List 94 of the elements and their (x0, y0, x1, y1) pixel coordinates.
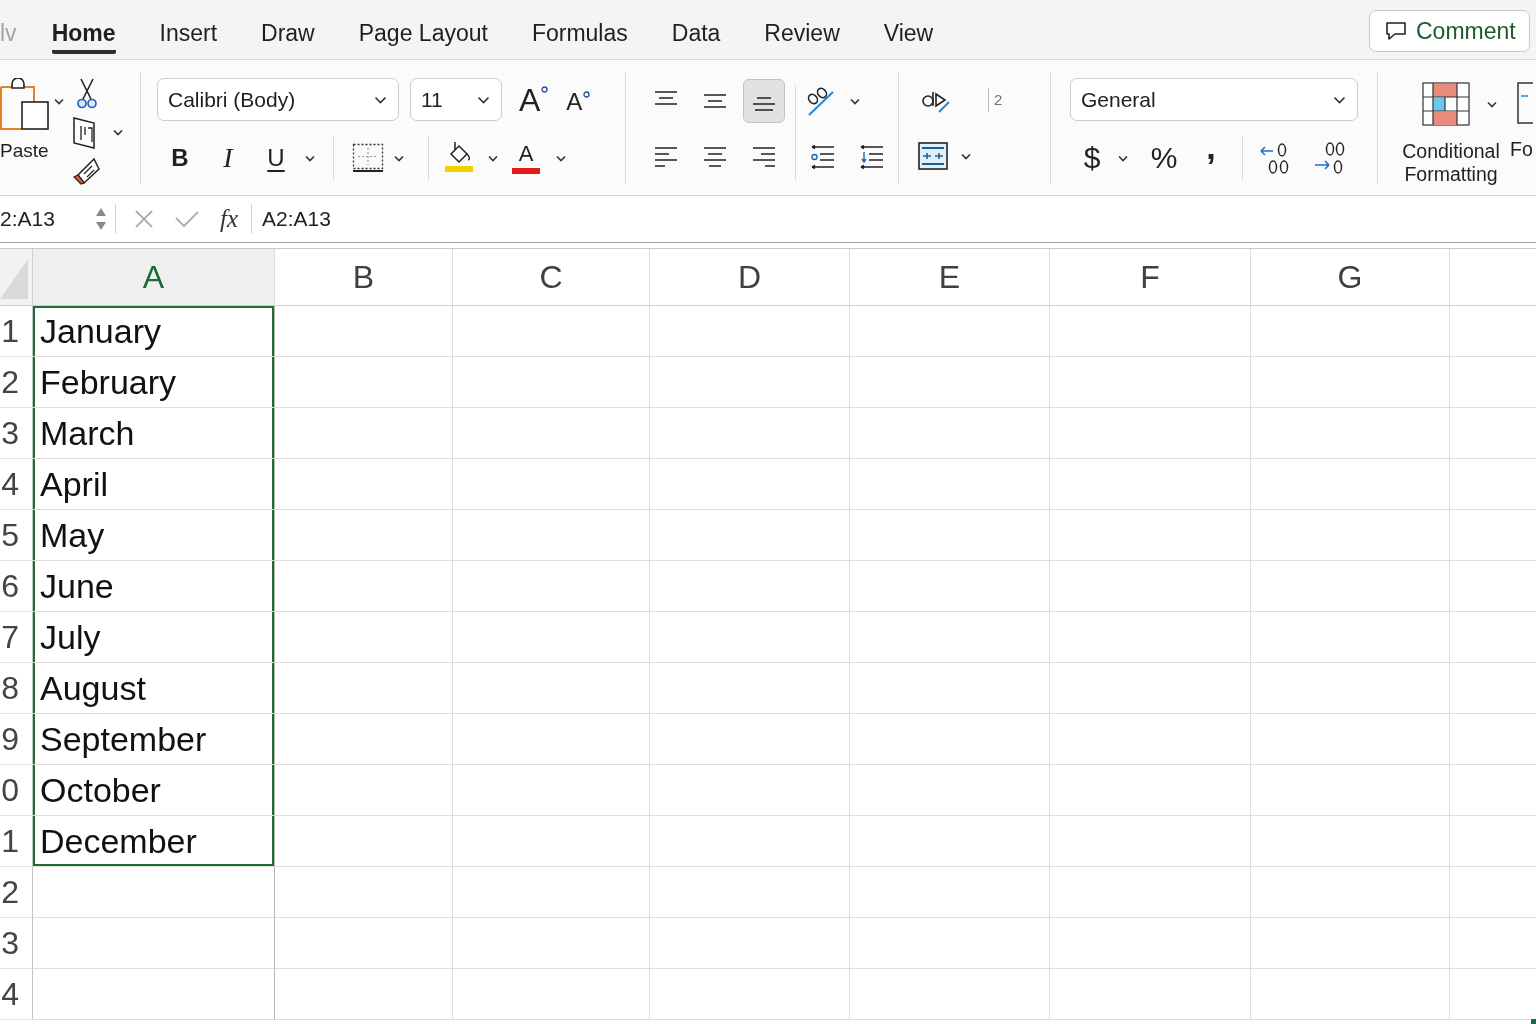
name-box[interactable]: 2:A13 (0, 206, 108, 232)
decrease-decimal-icon[interactable] (1259, 141, 1291, 175)
table-icon (1516, 82, 1534, 124)
row-header[interactable]: 4 (0, 969, 33, 1020)
bold-button[interactable]: B (163, 141, 197, 175)
caret-icon[interactable] (305, 154, 315, 162)
row-header[interactable]: 4 (0, 459, 33, 510)
increase-decimal-icon[interactable] (1313, 141, 1345, 175)
ribbon-tab[interactable]: Home (51, 0, 116, 54)
caret-icon[interactable] (54, 98, 64, 105)
column-header[interactable]: D (650, 249, 850, 306)
fill-color-icon[interactable] (444, 140, 474, 172)
row-header[interactable]: 6 (0, 561, 33, 612)
currency-button[interactable]: $ (1080, 140, 1104, 176)
sheet-cell: September (33, 714, 275, 765)
underline-button[interactable]: U (259, 141, 293, 175)
percent-button[interactable]: % (1146, 140, 1182, 176)
sheet-cell: June (33, 561, 275, 612)
check-icon[interactable] (174, 209, 200, 229)
align-center-icon (702, 145, 728, 169)
row-header[interactable]: 2 (0, 357, 33, 408)
grow-font-button[interactable]: A (519, 82, 549, 117)
column-header[interactable]: B (275, 249, 453, 306)
row-header[interactable]: 3 (0, 408, 33, 459)
row-header[interactable]: 7 (0, 612, 33, 663)
paste-button[interactable]: Paste (0, 78, 50, 162)
sheet-cell: August (33, 663, 275, 714)
align-button[interactable] (743, 79, 785, 123)
ribbon-button[interactable]: Fo (1510, 78, 1534, 161)
brush-icon[interactable] (72, 157, 100, 185)
merge-cells-icon[interactable] (918, 142, 948, 170)
row-header[interactable]: 1 (0, 306, 33, 357)
chevron-icon (374, 95, 387, 104)
number-label: 2 (988, 88, 1003, 112)
grid-icon (1422, 82, 1470, 126)
column-header[interactable]: C (453, 249, 650, 306)
font-dropdown[interactable]: Calibri (Body) (157, 78, 399, 121)
stepper-icon (94, 206, 108, 232)
row-header[interactable]: 8 (0, 663, 33, 714)
speech-bubble-icon (1385, 21, 1407, 41)
row-header[interactable]: 9 (0, 714, 33, 765)
italic-button[interactable]: I (211, 141, 245, 175)
ring-icon (583, 90, 591, 98)
number-format-dropdown[interactable]: General (1070, 78, 1358, 121)
ring-icon (541, 85, 549, 93)
comment-button[interactable]: Comment (1369, 10, 1530, 52)
comma-button[interactable]: , (1200, 140, 1222, 176)
row-header[interactable]: 2 (0, 867, 33, 918)
column-header[interactable]: F (1050, 249, 1251, 306)
scissors-icon[interactable] (77, 78, 97, 110)
caret-icon[interactable] (1118, 154, 1128, 162)
row-header[interactable]: 5 (0, 510, 33, 561)
ribbon-tab[interactable]: Insert (159, 0, 218, 54)
row-header[interactable]: 1 (0, 816, 33, 867)
color-bar-icon (512, 167, 540, 174)
caret-icon[interactable] (556, 154, 566, 162)
row-header[interactable]: 0 (0, 765, 33, 816)
ribbon-tab[interactable]: Draw (261, 0, 315, 54)
caret-icon[interactable] (394, 154, 404, 162)
increase-indent-icon[interactable] (858, 145, 884, 169)
sheet-cell: July (33, 612, 275, 663)
sheet-cell: March (33, 408, 275, 459)
column-header[interactable]: G (1251, 249, 1450, 306)
sheet-cell: October (33, 765, 275, 816)
caret-icon[interactable] (850, 97, 860, 105)
row-header[interactable]: 3 (0, 918, 33, 969)
shrink-font-button[interactable]: A (566, 87, 591, 116)
decrease-indent-icon[interactable] (809, 145, 835, 169)
sheet-cell: February (33, 357, 275, 408)
chevron-icon (477, 95, 490, 104)
formula-field[interactable]: A2:A13 (252, 207, 1536, 231)
caret-icon[interactable] (488, 154, 498, 162)
column-header[interactable]: E (850, 249, 1050, 306)
conditional-formatting-button[interactable]: Conditional Formatting (1400, 78, 1502, 186)
sheet-cell: January (33, 306, 275, 357)
align-left-icon (653, 145, 679, 169)
ribbon-tab[interactable]: Page Layout (358, 0, 488, 54)
caret-icon[interactable] (113, 128, 123, 136)
align-right-icon (751, 145, 777, 169)
caret-icon[interactable] (961, 152, 971, 160)
ribbon-tab[interactable]: Data (671, 0, 721, 54)
chevron-icon (1333, 95, 1346, 104)
sheet-cell: April (33, 459, 275, 510)
font-color-button[interactable]: A (512, 142, 540, 174)
caret-icon (1487, 100, 1497, 108)
sheet-cell: December (33, 816, 275, 867)
font-size-dropdown[interactable]: 11 (410, 78, 502, 121)
borders-icon[interactable] (352, 143, 384, 173)
ribbon-tab[interactable]: View (883, 0, 934, 54)
function-button[interactable]: fx (220, 205, 239, 233)
column-header[interactable]: A (33, 249, 275, 306)
ribbon-tab[interactable]: Formulas (531, 0, 628, 54)
sheet-cell: May (33, 510, 275, 561)
ribbon-tab[interactable]: Review (764, 0, 840, 54)
